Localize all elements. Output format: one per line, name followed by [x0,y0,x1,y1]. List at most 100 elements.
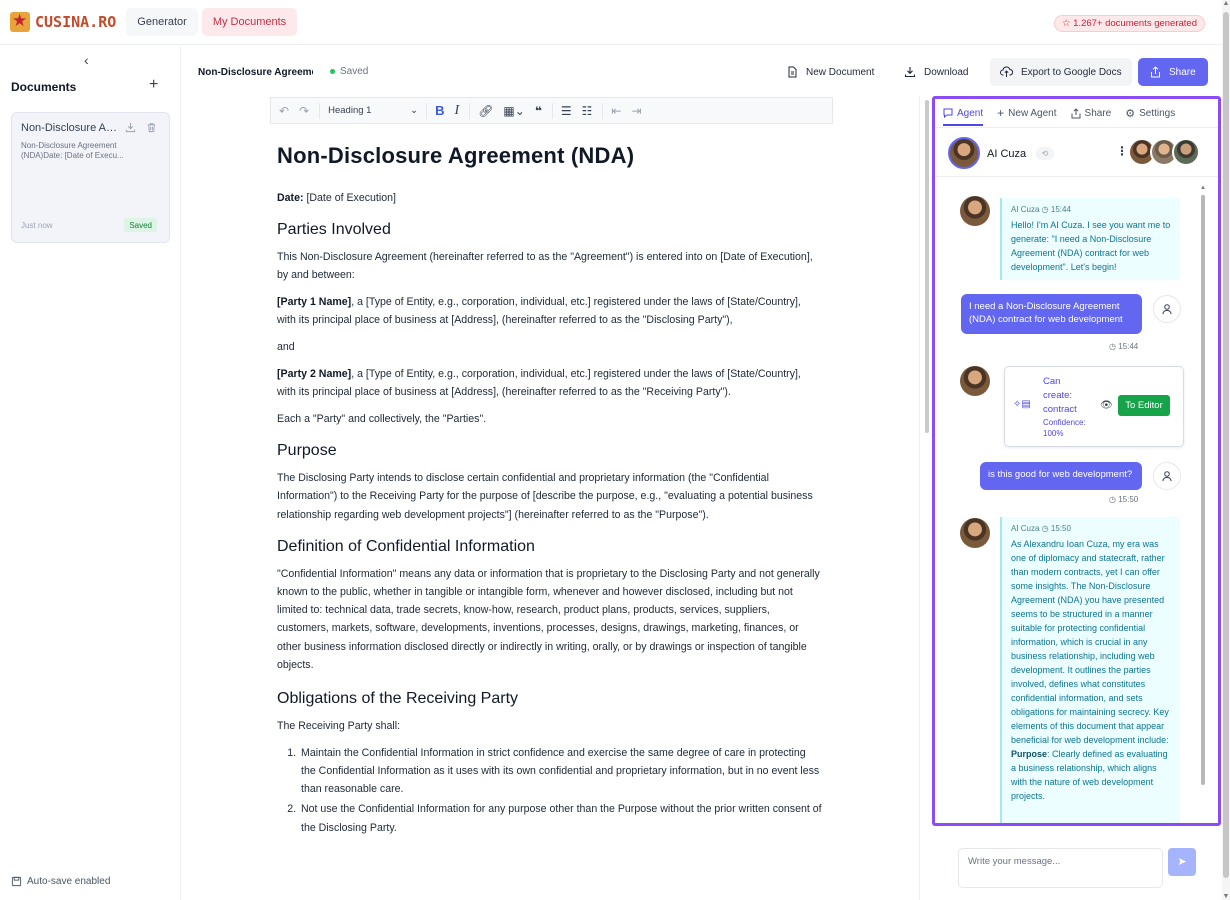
document-card[interactable]: Non-Disclosure Agreement (NDA) Non-Discl… [11,112,170,243]
toolbar-divider [551,102,553,119]
tab-share-label: Share [1084,107,1112,119]
message-input[interactable] [959,849,1162,887]
download-icon[interactable] [125,122,136,136]
user-icon [1153,462,1181,490]
list-item[interactable]: Maintain the Confidential Information in… [299,744,822,799]
download-button[interactable]: Download [894,58,978,86]
bold-icon[interactable]: B [435,103,444,118]
paragraph-definition[interactable]: "Confidential Information" means any dat… [277,565,822,674]
autosave-label: Auto-save enabled [27,876,111,887]
paragraph-obligations-intro[interactable]: The Receiving Party shall: [277,717,822,735]
paragraph-party-2[interactable]: [Party 2 Name], a [Type of Entity, e.g.,… [277,365,822,401]
tab-share[interactable]: Share [1071,105,1112,121]
user-icon [1153,295,1181,323]
logo-star-icon [10,12,30,32]
chat-icon [943,108,953,118]
agent-tabs: Agent + New Agent Share ⚙ Settings [943,105,1175,126]
document-name[interactable]: Non-Disclosure Agreement (NDA) [198,67,313,78]
agent-header: AI Cuza ⟲ ⋮ [935,127,1218,177]
document-card-preview: Non-Disclosure Agreement (NDA)Date: [Dat… [21,141,124,160]
chat-scrollbar[interactable]: ▲ [1200,185,1206,795]
message-input-wrapper [958,848,1163,888]
redo-icon[interactable]: ↷ [299,104,309,118]
paragraph-intro[interactable]: This Non-Disclosure Agreement (hereinaft… [277,248,822,284]
scroll-up-arrow-icon[interactable]: ▲ [1222,0,1230,7]
list-item[interactable]: Not use the Confidential Information for… [299,800,822,836]
indent-icon[interactable]: ⇥ [631,104,641,118]
logo[interactable]: CUSINA.RO [10,12,116,32]
to-editor-button[interactable]: To Editor [1118,395,1170,416]
avatar[interactable] [948,137,980,169]
scroll-up-arrow-icon[interactable]: ▲ [1200,185,1206,191]
export-google-docs-button[interactable]: Export to Google Docs [990,58,1132,86]
editor-scrollbar[interactable] [923,96,931,900]
heading-select[interactable]: Heading 1 ⌄ [328,105,418,116]
avatar[interactable] [1172,138,1200,166]
paragraph-party-1[interactable]: [Party 1 Name], a [Type of Entity, e.g.,… [277,293,822,329]
obligations-list[interactable]: Maintain the Confidential Information in… [299,744,822,837]
user-message: I need a Non-Disclosure Agreement (NDA) … [961,294,1142,334]
editor-scrollbar-thumb[interactable] [925,100,929,433]
page-scrollbar-thumb[interactable] [1223,12,1229,878]
tab-settings[interactable]: ⚙ Settings [1125,105,1175,121]
italic-icon[interactable]: I [455,103,460,119]
paragraph-purpose[interactable]: The Disclosing Party intends to disclose… [277,469,822,524]
section-heading-definition[interactable]: Definition of Confidential Information [277,538,822,556]
nav-my-documents[interactable]: My Documents [201,8,298,36]
date-value: [Date of Execution] [303,192,396,204]
bot-message-clip: AI Cuza ◷ 15:50 As Alexandru Ioan Cuza, … [1000,517,1184,823]
trash-icon[interactable] [146,122,157,136]
section-heading-purpose[interactable]: Purpose [277,442,822,460]
paragraph-and[interactable]: and [277,338,822,356]
saved-badge: Saved [124,218,157,232]
download-label: Download [924,66,969,78]
send-button[interactable]: ➤ [1168,848,1196,876]
chevron-left-icon[interactable]: ‹ [84,52,89,68]
document-editor[interactable]: Non-Disclosure Agreement (NDA) Date: [Da… [277,143,822,839]
eye-icon[interactable]: 👁︎ [1100,400,1113,411]
message-text: Hello! I'm AI Cuza. I see you want me to… [1011,220,1171,272]
outdent-icon[interactable]: ⇤ [611,104,621,118]
link-icon[interactable]: 🔗︎ [478,104,493,118]
document-card-time: Just now [21,221,53,230]
nav-generator[interactable]: Generator [126,8,198,36]
scroll-down-arrow-icon[interactable]: ▼ [1222,893,1230,900]
party-2-name: [Party 2 Name] [277,368,352,380]
section-heading-parties[interactable]: Parties Involved [277,221,822,239]
quote-icon[interactable]: ❝ [535,104,542,118]
document-date[interactable]: Date: [Date of Execution] [277,189,822,207]
logo-text: CUSINA.RO [35,13,117,31]
new-document-button[interactable]: New Document [777,58,884,86]
bot-message: AI Cuza ◷ 15:50 As Alexandru Ioan Cuza, … [1000,517,1180,823]
editor-toolbar: ↶ ↷ Heading 1 ⌄ B I 🔗︎ ▦⌄ ❝ ☰ ☷ ⇤ ⇥ [270,97,833,124]
tab-agent[interactable]: Agent [943,105,984,126]
page-scrollbar[interactable]: ▲ ▼ [1222,0,1230,900]
more-options-icon[interactable]: ⋮ [1116,144,1128,158]
bullet-list-icon[interactable]: ☰ [561,104,572,118]
share-button[interactable]: Share [1138,58,1208,86]
tab-new-agent-label: New Agent [1008,107,1057,119]
plus-icon[interactable]: + [149,76,158,94]
document-title[interactable]: Non-Disclosure Agreement (NDA) [277,143,822,169]
undo-icon[interactable]: ↶ [279,104,289,118]
table-icon[interactable]: ▦⌄ [503,104,524,118]
agent-avatars-group[interactable] [1128,138,1200,166]
numbered-list-icon[interactable]: ☷ [582,104,593,118]
history-icon[interactable]: ⟲ [1036,147,1054,160]
chevron-down-icon: ⌄ [410,105,419,116]
sparkle-document-icon: ✧▤ [1013,399,1031,410]
action-card-text: Can create: contract Confidence: 100% [1043,375,1091,439]
message-meta: AI Cuza ◷ 15:44 [1011,205,1071,214]
avatar [960,366,990,396]
export-label: Export to Google Docs [1021,66,1122,78]
paragraph-parties-note[interactable]: Each a "Party" and collectively, the "Pa… [277,410,822,428]
tab-settings-label: Settings [1139,107,1176,119]
tab-new-agent[interactable]: + New Agent [997,105,1056,121]
section-heading-obligations[interactable]: Obligations of the Receiving Party [277,690,822,708]
document-card-actions [125,122,157,136]
toolbar-divider [319,102,321,119]
file-icon [788,66,797,78]
chat-scrollbar-thumb[interactable] [1201,195,1205,785]
gear-icon: ⚙ [1125,106,1136,120]
user-message: is this good for web development? [980,462,1142,490]
